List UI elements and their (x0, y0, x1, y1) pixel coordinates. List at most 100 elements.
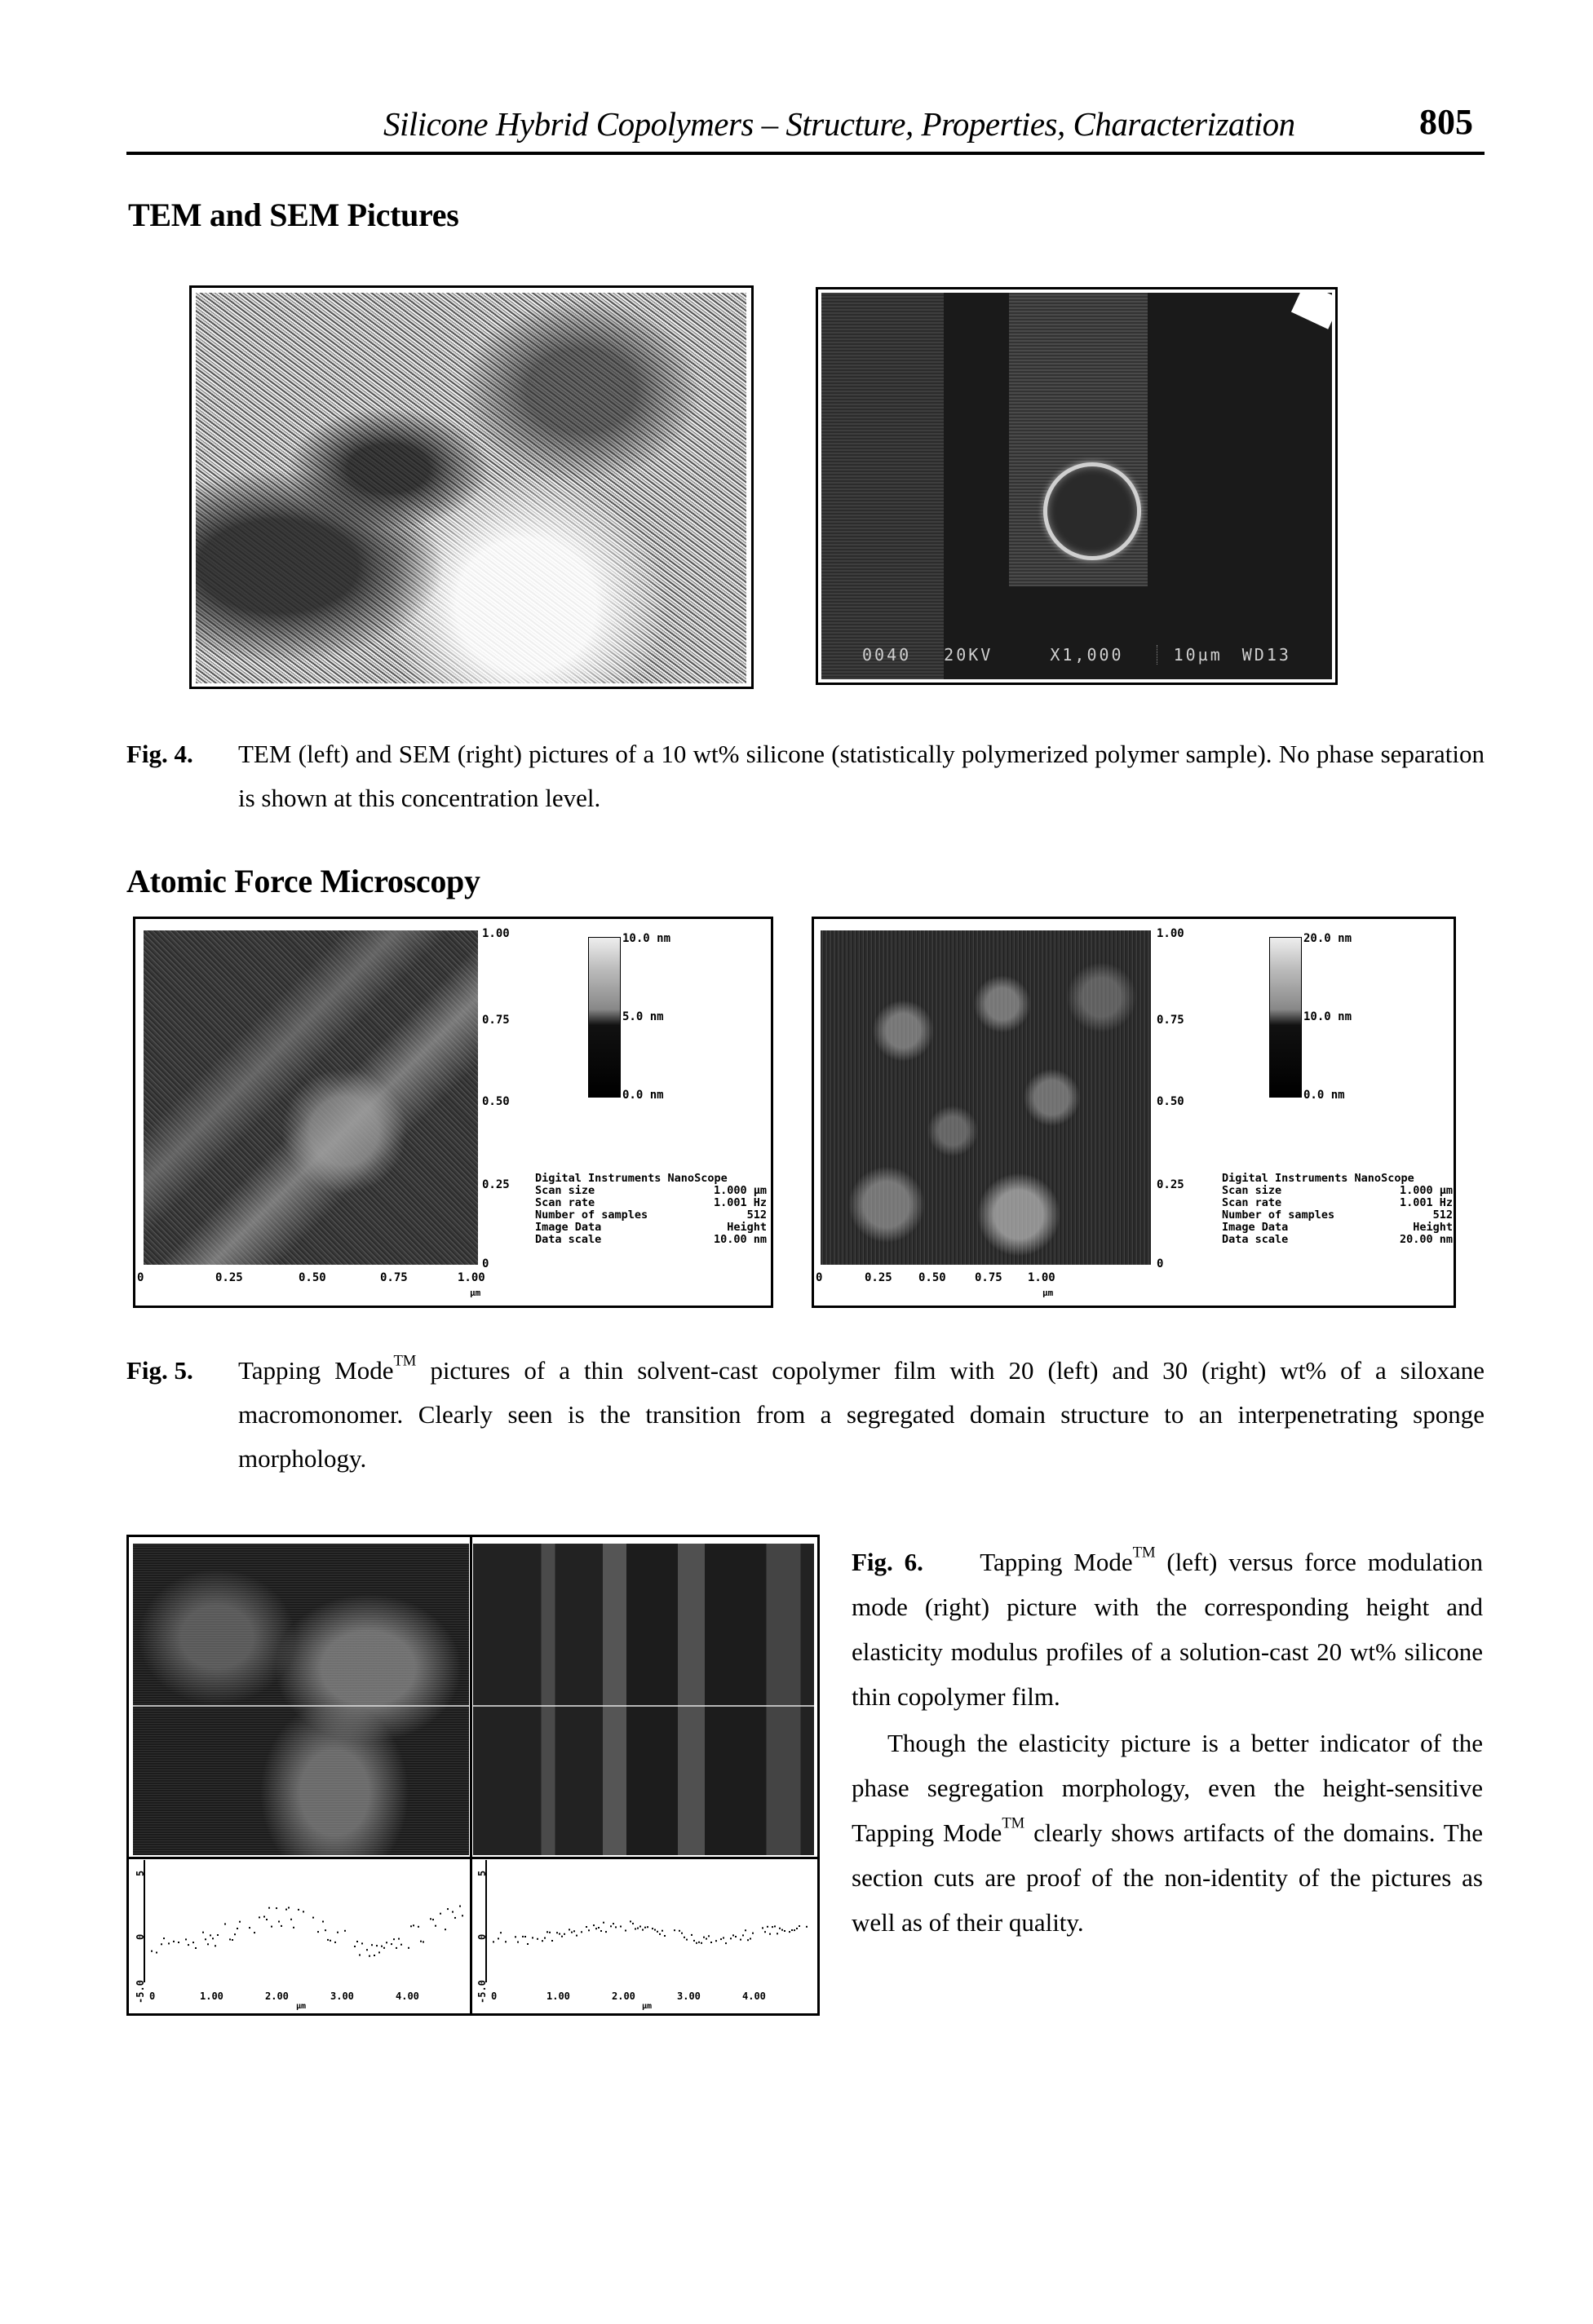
profile-point (278, 1920, 280, 1923)
profile-point (542, 1940, 543, 1942)
y-tick: -5.0 (476, 1980, 488, 2004)
profile-point (210, 1934, 211, 1937)
profile-point (178, 1942, 179, 1943)
profile-point (598, 1927, 600, 1929)
profile-point (772, 1926, 773, 1929)
profile-point (344, 1929, 346, 1932)
profile-point (551, 1940, 553, 1942)
colorbar-label: 5.0 nm (622, 1010, 664, 1023)
profile-point (784, 1930, 785, 1932)
info-row: Image Data Height (535, 1221, 767, 1234)
colorbar-label: 10.0 nm (1303, 1010, 1352, 1023)
profile-point (151, 1950, 153, 1952)
profile-point (462, 1915, 463, 1917)
y-tick: 0 (135, 1933, 146, 1940)
profile-point (276, 1907, 277, 1910)
profile-point (445, 1929, 446, 1931)
profile-point (681, 1932, 683, 1934)
x-tick: 1.00 (458, 1271, 485, 1284)
fig6-caption-block: Fig. 6. Tapping ModeTM (left) versus for… (852, 1540, 1483, 1945)
sem-micrograph: 0040 20KV X1,000 10µm WD13 (821, 293, 1332, 679)
afm-info-block-right: Digital Instruments NanoScope Scan size 1… (1222, 1173, 1453, 1246)
profile-point (192, 1942, 194, 1944)
profile-point (588, 1929, 590, 1932)
profile-point (732, 1934, 734, 1937)
colorbar-label: 0.0 nm (1303, 1089, 1345, 1102)
profile-point (371, 1944, 373, 1946)
profile-point (750, 1937, 751, 1940)
profile-point (657, 1930, 658, 1933)
profile-point (418, 1925, 419, 1928)
x-tick: 0 (149, 1990, 156, 2002)
profile-point (735, 1936, 737, 1937)
profile-point (212, 1937, 214, 1940)
fig6-caption: Fig. 6. Tapping ModeTM (left) versus for… (852, 1544, 1484, 1711)
afm-panel-left: 1.00 0.75 0.50 0.25 0 0 0.25 0.50 0.75 1… (133, 917, 773, 1308)
x-tick: 0.25 (865, 1271, 892, 1284)
fig6-figure: 5 0 -5.0 0 1.00 2.00 3.00 4.00 µm 5 0 -5… (126, 1535, 820, 2016)
x-tick: 4.00 (742, 1990, 766, 2002)
profile-point (215, 1945, 216, 1947)
profile-point (454, 1916, 456, 1919)
profile-point (447, 1908, 449, 1911)
y-tick: 0.50 (1157, 1095, 1184, 1108)
profile-point (725, 1942, 727, 1945)
profile-point (730, 1937, 732, 1940)
x-unit: µm (470, 1288, 481, 1298)
force-modulation-image (473, 1544, 814, 1855)
info-row: Number of samples 512 (1222, 1208, 1453, 1222)
profile-point (239, 1920, 241, 1923)
profile-point (207, 1943, 209, 1946)
profile-point (161, 1943, 162, 1946)
profile-point (254, 1932, 255, 1934)
fig5-label: Fig. 5. (126, 1356, 193, 1385)
x-tick: 0.25 (215, 1271, 243, 1284)
profile-point (546, 1931, 548, 1933)
info-row: Digital Instruments NanoScope (1222, 1172, 1414, 1185)
profile-point (752, 1932, 754, 1934)
profile-point (288, 1906, 290, 1909)
profile-point (715, 1940, 717, 1942)
profile-point (600, 1930, 602, 1932)
x-tick: 2.00 (612, 1990, 635, 2002)
info-row: Data scale 20.00 nm (1222, 1233, 1453, 1246)
x-tick: 0.50 (918, 1271, 946, 1284)
profile-point (706, 1937, 707, 1940)
profile-point (398, 1937, 400, 1940)
info-row: Image Data Height (1222, 1221, 1453, 1234)
profile-point (369, 1955, 370, 1957)
profile-point (701, 1942, 702, 1944)
section-heading-afm: Atomic Force Microscopy (126, 863, 480, 899)
sem-info-wd: WD13 (1241, 645, 1291, 665)
profile-point (710, 1942, 712, 1943)
profile-point (774, 1925, 776, 1928)
profile-point (522, 1935, 524, 1937)
profile-point (615, 1926, 617, 1929)
y-tick: 0.75 (1157, 1014, 1184, 1027)
profile-point (806, 1925, 808, 1928)
profile-point (217, 1934, 219, 1936)
profile-point (605, 1931, 607, 1933)
profile-point (515, 1936, 516, 1938)
profile-separator (129, 1857, 817, 1859)
info-row: Scan size 1.000 µm (1222, 1184, 1453, 1197)
profile-point (202, 1931, 204, 1933)
profile-point (603, 1921, 604, 1924)
profile-point (686, 1938, 688, 1941)
fig5-caption: Tapping ModeTM pictures of a thin solven… (238, 1352, 1485, 1473)
colorbar-label: 10.0 nm (622, 932, 671, 945)
sem-info-voltage: 20KV (944, 645, 993, 665)
profile-point (325, 1929, 326, 1932)
info-row: Digital Instruments NanoScope (535, 1172, 728, 1185)
profile-point (664, 1935, 666, 1937)
y-tick: 1.00 (1157, 927, 1184, 940)
profile-point (234, 1933, 236, 1936)
profile-point (569, 1929, 570, 1931)
afm-height-image-right (821, 930, 1151, 1265)
profile-point (571, 1931, 573, 1933)
profile-point (322, 1920, 324, 1923)
profile-point (708, 1935, 710, 1937)
profile-point (500, 1932, 502, 1934)
profile-point (767, 1925, 768, 1928)
profile-point (544, 1937, 546, 1939)
